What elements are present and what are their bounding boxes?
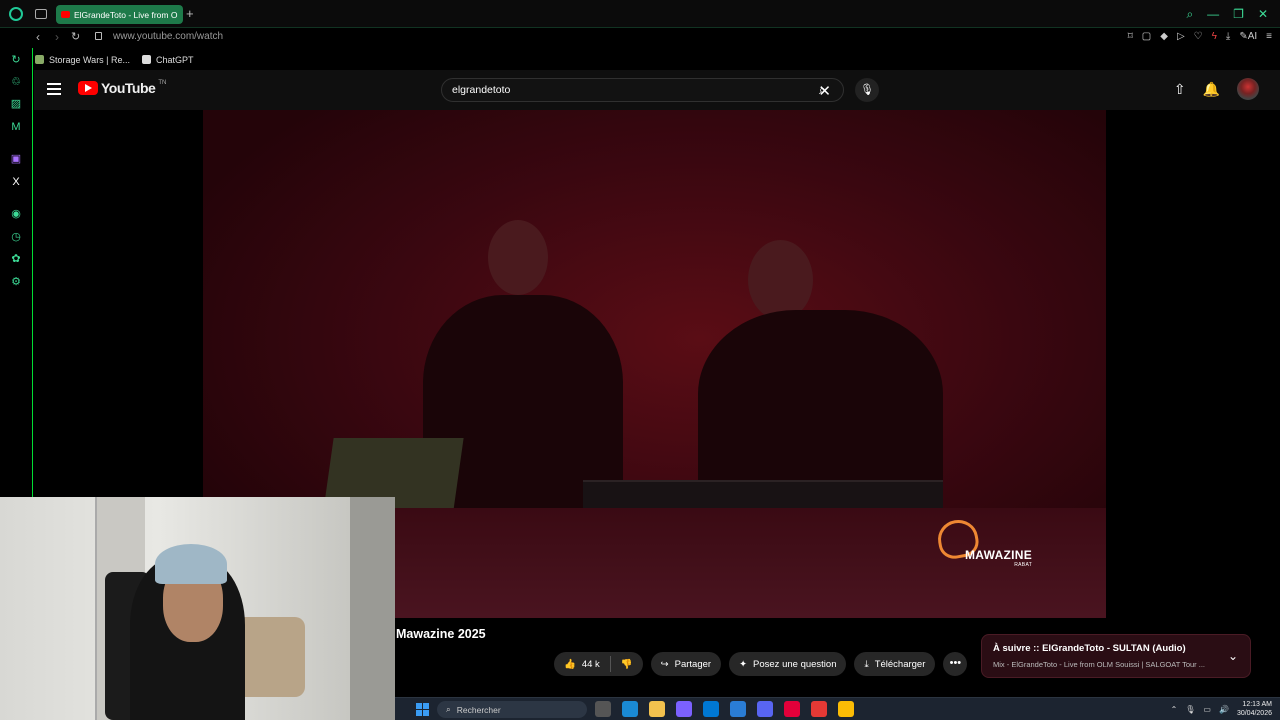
discord-icon[interactable] <box>757 701 773 717</box>
bookmark-favicon-icon <box>35 55 44 64</box>
ask-question-button[interactable]: ✦ Posez une question <box>729 652 847 676</box>
app-icon[interactable] <box>811 701 827 717</box>
chatgpt-icon <box>142 55 152 64</box>
tab-title: ElGrandeToto - Live from O <box>74 9 178 20</box>
back-icon[interactable]: ‹ <box>36 30 40 44</box>
minimize-icon[interactable]: — <box>1207 7 1219 21</box>
chat-icon[interactable]: ♲ <box>10 76 22 88</box>
player-icon[interactable]: ◉ <box>10 208 22 220</box>
copilot-icon[interactable] <box>676 701 692 717</box>
x-icon[interactable]: X <box>10 176 22 188</box>
search-icon: ⌕ <box>446 704 451 714</box>
search-icon[interactable]: ⌕ <box>810 78 835 102</box>
thumbs-up-icon: 👍 <box>564 658 576 670</box>
upload-icon[interactable]: ⇧ <box>1174 81 1186 98</box>
bookmark-chatgpt[interactable]: ChatGPT <box>142 55 194 65</box>
opera-icon[interactable] <box>784 701 800 717</box>
share-icon: ↪ <box>660 658 669 670</box>
up-next-card[interactable]: À suivre :: ElGrandeToto - SULTAN (Audio… <box>981 634 1251 678</box>
network-icon[interactable]: ▭ <box>1203 705 1211 714</box>
microphone-tray-icon[interactable]: 🎙 <box>1185 705 1195 714</box>
reload-icon[interactable]: ↻ <box>71 30 80 43</box>
ai-icon[interactable]: ✎AI <box>1239 31 1257 42</box>
shelf <box>350 497 395 720</box>
wallet-icon[interactable]: ▨ <box>10 98 22 110</box>
clock[interactable]: 12:13 AM 30/04/2026 <box>1237 700 1272 718</box>
messenger-icon[interactable]: M <box>10 121 22 133</box>
menu-icon[interactable]: ≡ <box>1266 31 1272 42</box>
browser-tab-bar: ElGrandeToto - Live from O + ⌕ — ❐ ✕ <box>0 0 1280 28</box>
like-button[interactable]: 👍 44 k 👎 <box>554 652 643 676</box>
opera-logo-icon[interactable] <box>9 7 23 21</box>
menu-hamburger-icon[interactable] <box>47 83 61 95</box>
snapshot-icon[interactable]: ▢ <box>1142 31 1151 42</box>
taskbar-search-input[interactable]: ⌕ Rechercher <box>437 701 587 718</box>
browser-sidebar: ↻ ♲ ▨ M ▣ X ◉ ◷ ✿ ⚙ <box>0 48 33 498</box>
video-actions: 👍 44 k 👎 ↪ Partager ✦ Posez une question… <box>554 652 968 676</box>
extension-icon[interactable]: ϟ <box>1212 31 1217 42</box>
bookmark-storage-wars[interactable]: Storage Wars | Re... <box>35 55 130 65</box>
sofa <box>235 617 305 697</box>
notifications-bell-icon[interactable]: 🔔 <box>1203 81 1220 98</box>
webcam-overlay <box>0 497 395 720</box>
tab-active[interactable]: ElGrandeToto - Live from O <box>56 5 183 24</box>
volume-icon[interactable]: 🔊 <box>1219 705 1229 714</box>
twitch-icon[interactable]: ▣ <box>10 153 22 165</box>
edge-icon[interactable] <box>622 701 638 717</box>
store-icon[interactable] <box>703 701 719 717</box>
youtube-logo[interactable]: YouTube TN <box>78 80 166 96</box>
lock-icon <box>95 32 102 40</box>
dj-deck <box>583 480 943 510</box>
download-button[interactable]: ⤓ Télécharger <box>854 652 936 676</box>
mawazine-watermark: MAWAZINE RABAT <box>965 548 1033 568</box>
tray-chevron-icon[interactable]: ⌃ <box>1171 705 1178 714</box>
dj-left-head <box>488 220 548 295</box>
url-field[interactable]: www.youtube.com/watch <box>113 31 223 42</box>
up-next-title: À suivre :: ElGrandeToto - SULTAN (Audio… <box>993 643 1186 654</box>
task-view-icon[interactable] <box>595 701 611 717</box>
new-tab-icon[interactable]: + <box>186 6 194 21</box>
bookmark-icon[interactable]: ⌑ <box>1128 31 1133 42</box>
youtube-play-icon <box>78 81 98 95</box>
outlook-icon[interactable] <box>730 701 746 717</box>
search-input[interactable]: elgrandetoto ✕ <box>441 78 844 102</box>
windows-taskbar: ⌕ Rechercher ⌃ 🎙 ▭ 🔊 12:13 AM 30/04/2026 <box>395 697 1280 720</box>
settings-icon[interactable]: ⚙ <box>10 276 22 288</box>
shield-icon[interactable]: ◆ <box>1160 31 1168 42</box>
heart-icon[interactable]: ♡ <box>1194 31 1203 42</box>
thumbs-down-icon[interactable]: 👎 <box>621 659 633 670</box>
youtube-favicon-icon <box>61 11 70 18</box>
aria-icon[interactable]: ↻ <box>10 54 22 66</box>
video-title: Mawazine 2025 <box>396 627 486 641</box>
chevron-down-icon[interactable]: ⌄ <box>1228 649 1238 663</box>
play-icon[interactable]: ▷ <box>1177 31 1185 42</box>
microphone-icon[interactable]: 🎙 <box>855 78 879 102</box>
extensions-icon[interactable]: ✿ <box>10 253 22 265</box>
history-icon[interactable]: ◷ <box>10 231 22 243</box>
screen: ElGrandeToto - Live from O + ⌕ — ❐ ✕ ‹ ›… <box>0 0 1280 720</box>
tab-overview-icon[interactable] <box>35 9 47 19</box>
search-tabs-icon[interactable]: ⌕ <box>1186 7 1193 22</box>
share-button[interactable]: ↪ Partager <box>650 652 722 676</box>
restore-icon[interactable]: ❐ <box>1233 7 1244 21</box>
download-icon[interactable]: ⤓ <box>1226 31 1230 42</box>
bookmarks-bar: Storage Wars | Re... ChatGPT <box>0 50 1280 69</box>
sparkle-icon: ✦ <box>739 658 748 670</box>
close-window-icon[interactable]: ✕ <box>1258 7 1268 21</box>
dj-right-head <box>748 240 813 320</box>
youtube-header: YouTube TN elgrandetoto ✕ ⌕ 🎙 ⇧ 🔔 <box>34 70 1280 110</box>
up-next-subtitle: Mix - ElGrandeToto - Live from OLM Souis… <box>993 660 1206 669</box>
forward-icon[interactable]: › <box>55 30 59 44</box>
streamer-headset <box>155 544 227 584</box>
system-tray: ⌃ 🎙 ▭ 🔊 12:13 AM 30/04/2026 <box>1171 700 1272 718</box>
windows-start-icon[interactable] <box>416 703 429 716</box>
more-options-icon[interactable]: ••• <box>943 652 968 676</box>
chrome-icon[interactable] <box>838 701 854 717</box>
file-explorer-icon[interactable] <box>649 701 665 717</box>
download-arrow-icon: ⤓ <box>864 658 869 670</box>
avatar[interactable] <box>1237 78 1259 100</box>
